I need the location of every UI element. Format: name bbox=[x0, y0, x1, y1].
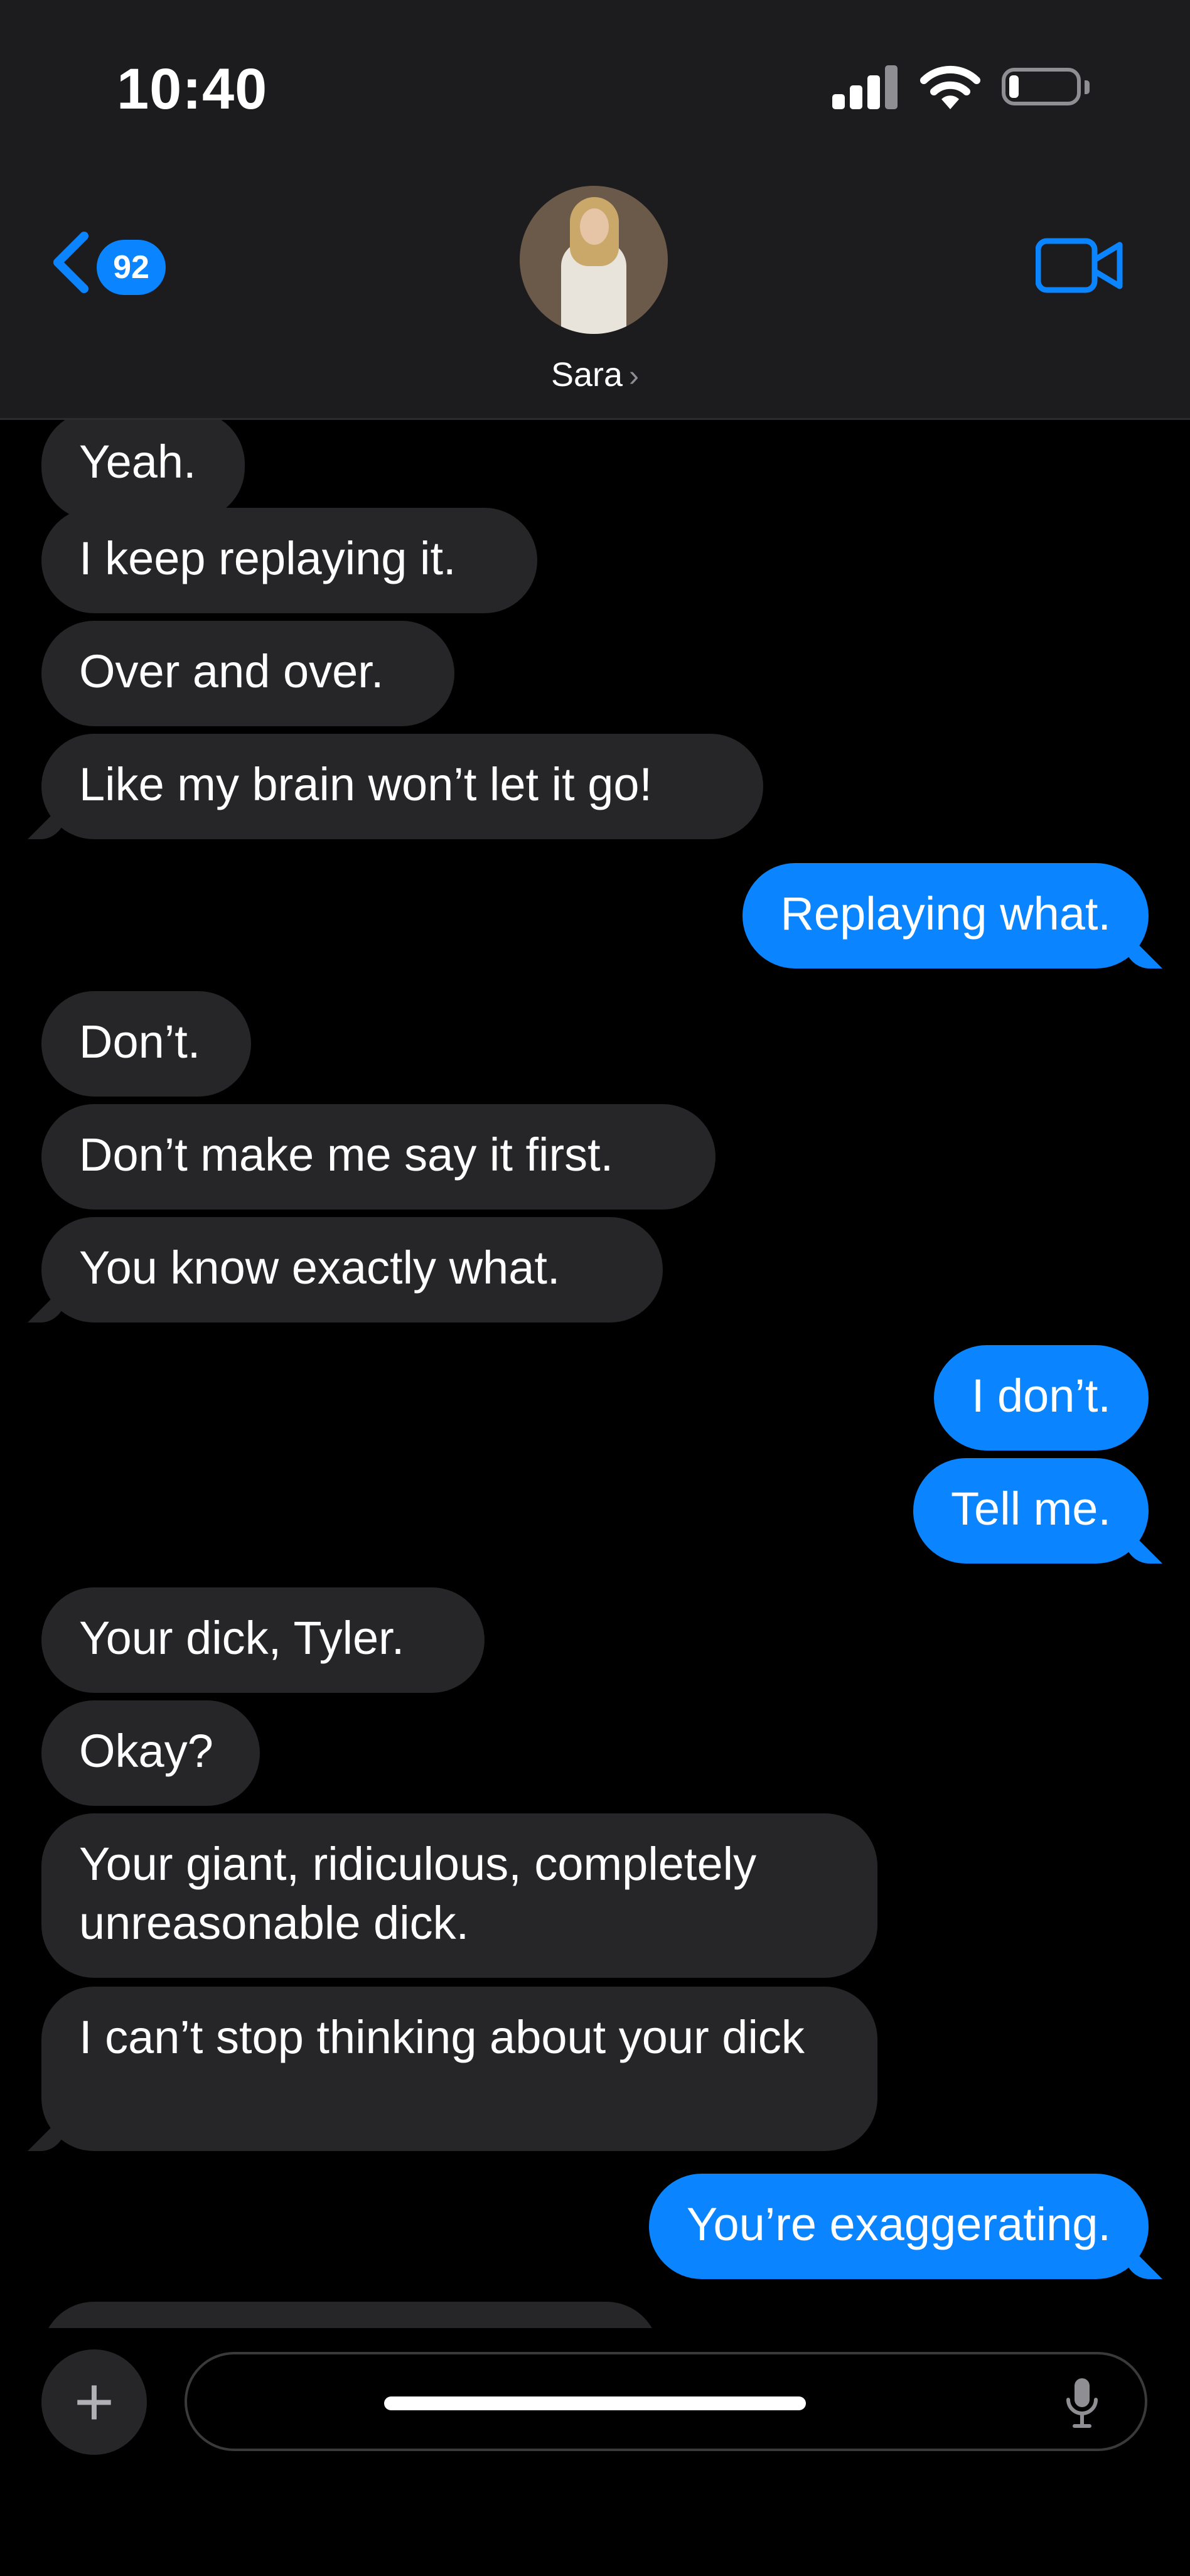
home-indicator[interactable] bbox=[384, 2396, 806, 2410]
plus-icon[interactable]: + bbox=[41, 2349, 147, 2455]
incoming-message[interactable]: Your dick, Tyler. bbox=[41, 1587, 485, 1693]
status-icons bbox=[832, 65, 1096, 109]
contact-name: Sara bbox=[550, 356, 623, 394]
incoming-message[interactable]: Yeah. bbox=[41, 420, 245, 520]
conversation-header: 10:40 92 Sara › bbox=[0, 0, 1190, 420]
incoming-message[interactable]: Don’t. bbox=[41, 991, 251, 1097]
unread-count-badge: 92 bbox=[97, 240, 166, 295]
status-time: 10:40 bbox=[117, 57, 268, 121]
incoming-message[interactable]: Okay? bbox=[41, 1700, 260, 1806]
wifi-icon bbox=[920, 65, 980, 109]
contact-avatar[interactable] bbox=[520, 186, 668, 334]
incoming-message[interactable]: I keep replaying it. bbox=[41, 508, 537, 613]
cellular-signal-icon bbox=[832, 65, 901, 109]
chevron-right-icon: › bbox=[629, 360, 640, 393]
incoming-message[interactable]: Over and over. bbox=[41, 621, 454, 726]
outgoing-message[interactable]: I don’t. bbox=[933, 1345, 1149, 1451]
incoming-message[interactable]: Your giant, ridiculous, completely unrea… bbox=[41, 1813, 877, 1978]
microphone-icon[interactable] bbox=[1063, 2377, 1101, 2430]
video-camera-icon[interactable] bbox=[1036, 237, 1123, 294]
back-button[interactable]: 92 bbox=[49, 226, 174, 301]
incoming-message[interactable]: Don’t make me say it first. bbox=[41, 1104, 716, 1210]
outgoing-message[interactable]: You’re exaggerating. bbox=[648, 2174, 1149, 2279]
incoming-message[interactable]: Like my brain won’t let it go! bbox=[41, 734, 763, 839]
incoming-message[interactable]: I can’t stop thinking about your dick bbox=[41, 1987, 877, 2151]
message-thread[interactable]: Yeah. I keep replaying it. Over and over… bbox=[0, 420, 1190, 2328]
contact-name-button[interactable]: Sara › bbox=[0, 355, 1190, 394]
outgoing-message[interactable]: Tell me. bbox=[913, 1458, 1149, 1564]
message-composer: + bbox=[0, 2328, 1190, 2576]
battery-fill bbox=[1009, 75, 1019, 98]
partial-incoming-message[interactable] bbox=[41, 2302, 659, 2328]
battery-icon bbox=[1002, 68, 1090, 105]
incoming-message[interactable]: You know exactly what. bbox=[41, 1217, 663, 1323]
outgoing-message[interactable]: Replaying what. bbox=[742, 863, 1149, 969]
back-chevron-icon bbox=[53, 232, 88, 293]
